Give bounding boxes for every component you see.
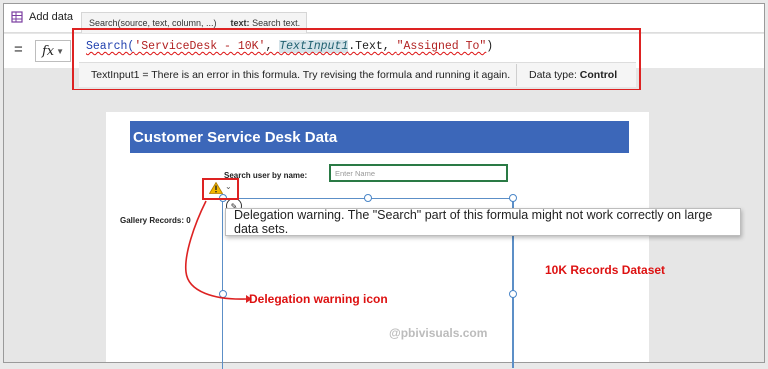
- formula-error-bar: TextInput1 = There is an error in this f…: [79, 62, 636, 87]
- app-screen: Customer Service Desk Data Search user b…: [106, 112, 649, 369]
- resize-handle-mid-left[interactable]: [219, 290, 227, 298]
- param-desc: Search text.: [249, 18, 301, 28]
- formula-comma: ,: [265, 40, 280, 53]
- resize-handle-top-mid[interactable]: [364, 194, 372, 202]
- parameter-hint: text: Search text.: [224, 18, 308, 28]
- callout-label: Delegation warning icon: [249, 292, 388, 306]
- formula-function: Search(: [86, 40, 135, 53]
- watermark: @pbivisuals.com: [389, 326, 488, 340]
- formula-property: .Text,: [348, 40, 397, 53]
- datatype-value: Control: [579, 69, 618, 81]
- tooltip-text: Delegation warning. The "Search" part of…: [234, 208, 713, 236]
- delegation-warning-tooltip: Delegation warning. The "Search" part of…: [225, 208, 741, 236]
- equals-sign: =: [14, 41, 23, 58]
- param-name: text:: [230, 18, 250, 28]
- formula-control-ref: TextInput1: [279, 40, 349, 53]
- resize-handle-top-right[interactable]: [509, 194, 517, 202]
- screen-title: Customer Service Desk Data: [133, 128, 338, 146]
- resize-handle-mid-right[interactable]: [509, 290, 517, 298]
- delegation-warning-box[interactable]: ⌄: [202, 178, 239, 200]
- formula-close: ): [486, 40, 494, 53]
- add-data-label: Add data: [29, 11, 74, 23]
- name-search-input[interactable]: [329, 164, 508, 182]
- datatype-label: Data type:: [529, 69, 580, 81]
- screen-title-banner: Customer Service Desk Data: [130, 121, 629, 153]
- formula-column: "Assigned To": [396, 40, 487, 53]
- database-icon: [11, 11, 23, 23]
- chevron-down-icon: ▼: [56, 46, 65, 56]
- add-data-button[interactable]: Add data: [11, 8, 73, 26]
- fx-icon: fx: [41, 43, 55, 59]
- function-signature-hint: Search(source, text, column, ...) text: …: [81, 12, 307, 33]
- chevron-down-icon: ⌄: [225, 182, 232, 191]
- formula-source: 'ServiceDesk - 10K': [134, 40, 266, 53]
- gallery-records-label: Gallery Records: 0: [120, 216, 191, 225]
- datatype-info: Data type: Control: [517, 69, 617, 81]
- fx-button[interactable]: fx ▼: [35, 40, 71, 62]
- warning-icon: [209, 182, 223, 194]
- error-message: TextInput1 = There is an error in this f…: [91, 69, 511, 81]
- signature-text: Search(source, text, column, ...): [89, 18, 217, 28]
- dataset-label: 10K Records Dataset: [545, 263, 666, 277]
- formula-input[interactable]: Search('ServiceDesk - 10K', TextInput1.T…: [86, 40, 493, 53]
